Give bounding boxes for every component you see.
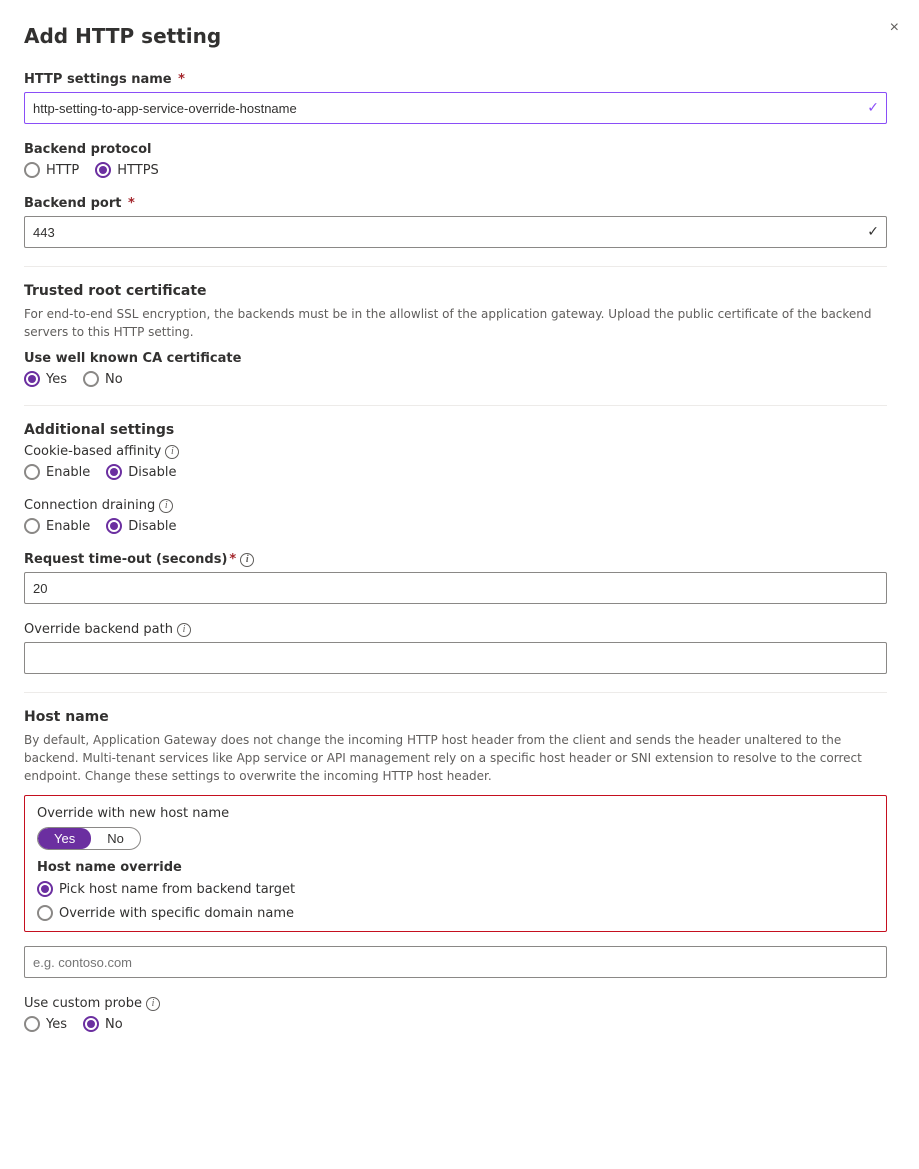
custom-probe-no-radio[interactable]	[83, 1016, 99, 1032]
backend-port-input-wrapper: ✓	[24, 216, 887, 248]
protocol-http-label: HTTP	[46, 163, 79, 178]
override-backend-path-label: Override backend path i	[24, 622, 887, 637]
connection-draining-group: Connection draining i Enable Disable	[24, 498, 887, 534]
connection-draining-info-icon[interactable]: i	[159, 499, 173, 513]
cookie-affinity-enable-radio[interactable]	[24, 464, 40, 480]
ca-cert-no-option[interactable]: No	[83, 371, 123, 387]
http-settings-name-group: HTTP settings name * ✓	[24, 72, 887, 124]
hostname-override-radio-group: Pick host name from backend target Overr…	[37, 881, 874, 921]
connection-draining-enable-label: Enable	[46, 519, 90, 534]
additional-settings-section: Additional settings Cookie-based affinit…	[24, 422, 887, 674]
cookie-affinity-disable-radio[interactable]	[106, 464, 122, 480]
add-http-setting-panel: Add HTTP setting × HTTP settings name * …	[0, 0, 919, 1169]
backend-port-input[interactable]	[24, 216, 887, 248]
request-timeout-group: Request time-out (seconds) * i	[24, 552, 887, 604]
connection-draining-label: Connection draining i	[24, 498, 887, 513]
custom-probe-yes-radio[interactable]	[24, 1016, 40, 1032]
request-timeout-label: Request time-out (seconds) * i	[24, 552, 887, 567]
additional-settings-title: Additional settings	[24, 422, 887, 438]
custom-probe-yes-label: Yes	[46, 1017, 67, 1032]
ca-cert-yes-label: Yes	[46, 372, 67, 387]
protocol-http-radio[interactable]	[24, 162, 40, 178]
custom-probe-no-option[interactable]: No	[83, 1016, 123, 1032]
connection-draining-radio-group: Enable Disable	[24, 518, 887, 534]
cookie-affinity-label: Cookie-based affinity i	[24, 444, 887, 459]
request-timeout-input-wrapper	[24, 572, 887, 604]
host-name-title: Host name	[24, 709, 887, 725]
ca-cert-label: Use well known CA certificate	[24, 351, 887, 366]
http-settings-name-input[interactable]	[24, 92, 887, 124]
override-host-name-box: Override with new host name Yes No Host …	[24, 795, 887, 932]
backend-protocol-label: Backend protocol	[24, 142, 887, 157]
connection-draining-disable-label: Disable	[128, 519, 176, 534]
connection-draining-enable-radio[interactable]	[24, 518, 40, 534]
custom-probe-yes-option[interactable]: Yes	[24, 1016, 67, 1032]
hostname-backend-target-label: Pick host name from backend target	[59, 882, 295, 897]
trusted-root-cert-desc: For end-to-end SSL encryption, the backe…	[24, 305, 887, 341]
cookie-affinity-radio-group: Enable Disable	[24, 464, 887, 480]
hostname-specific-domain-radio[interactable]	[37, 905, 53, 921]
request-timeout-info-icon[interactable]: i	[240, 553, 254, 567]
trusted-root-cert-title: Trusted root certificate	[24, 283, 887, 299]
protocol-http-option[interactable]: HTTP	[24, 162, 79, 178]
required-marker: *	[174, 72, 185, 87]
cookie-affinity-info-icon[interactable]: i	[165, 445, 179, 459]
hostname-override-label: Host name override	[37, 860, 874, 875]
ca-cert-yes-option[interactable]: Yes	[24, 371, 67, 387]
custom-probe-info-icon[interactable]: i	[146, 997, 160, 1011]
override-toggle-group: Yes No	[37, 827, 141, 850]
override-backend-path-input-wrapper	[24, 642, 887, 674]
backend-protocol-group: Backend protocol HTTP HTTPS	[24, 142, 887, 178]
override-backend-path-input[interactable]	[24, 642, 887, 674]
hostname-backend-target-radio[interactable]	[37, 881, 53, 897]
ca-cert-yes-radio[interactable]	[24, 371, 40, 387]
panel-title: Add HTTP setting	[24, 24, 887, 48]
protocol-https-radio[interactable]	[95, 162, 111, 178]
custom-probe-group: Use custom probe i Yes No	[24, 996, 887, 1032]
override-no-toggle[interactable]: No	[91, 828, 140, 849]
cookie-affinity-enable-option[interactable]: Enable	[24, 464, 90, 480]
custom-probe-no-label: No	[105, 1017, 123, 1032]
required-marker-port: *	[123, 196, 134, 211]
override-backend-path-group: Override backend path i	[24, 622, 887, 674]
hostname-specific-domain-option[interactable]: Override with specific domain name	[37, 905, 874, 921]
custom-probe-radio-group: Yes No	[24, 1016, 887, 1032]
connection-draining-enable-option[interactable]: Enable	[24, 518, 90, 534]
http-settings-name-input-wrapper: ✓	[24, 92, 887, 124]
hostname-backend-target-option[interactable]: Pick host name from backend target	[37, 881, 874, 897]
ca-cert-radio-group: Yes No	[24, 371, 887, 387]
port-checkmark-icon: ✓	[867, 224, 879, 240]
override-yes-toggle[interactable]: Yes	[38, 828, 91, 849]
divider-2	[24, 405, 887, 406]
cookie-affinity-disable-option[interactable]: Disable	[106, 464, 176, 480]
hostname-specific-domain-label: Override with specific domain name	[59, 906, 294, 921]
override-backend-path-info-icon[interactable]: i	[177, 623, 191, 637]
backend-protocol-radio-group: HTTP HTTPS	[24, 162, 887, 178]
protocol-https-label: HTTPS	[117, 163, 159, 178]
domain-input[interactable]	[24, 946, 887, 978]
connection-draining-disable-option[interactable]: Disable	[106, 518, 176, 534]
trusted-root-cert-section: Trusted root certificate For end-to-end …	[24, 283, 887, 387]
override-label: Override with new host name	[37, 806, 874, 821]
ca-cert-no-label: No	[105, 372, 123, 387]
ca-cert-no-radio[interactable]	[83, 371, 99, 387]
cookie-affinity-disable-label: Disable	[128, 465, 176, 480]
cookie-affinity-enable-label: Enable	[46, 465, 90, 480]
request-timeout-input[interactable]	[24, 572, 887, 604]
close-button[interactable]: ×	[890, 20, 899, 36]
cookie-affinity-group: Cookie-based affinity i Enable Disable	[24, 444, 887, 480]
connection-draining-disable-radio[interactable]	[106, 518, 122, 534]
required-marker-timeout: *	[229, 552, 236, 567]
backend-port-label: Backend port *	[24, 196, 887, 211]
domain-input-wrapper	[24, 946, 887, 978]
host-name-section: Host name By default, Application Gatewa…	[24, 709, 887, 978]
protocol-https-option[interactable]: HTTPS	[95, 162, 159, 178]
http-settings-name-label: HTTP settings name *	[24, 72, 887, 87]
divider-3	[24, 692, 887, 693]
custom-probe-label: Use custom probe i	[24, 996, 887, 1011]
divider-1	[24, 266, 887, 267]
host-name-desc: By default, Application Gateway does not…	[24, 731, 887, 785]
backend-port-group: Backend port * ✓	[24, 196, 887, 248]
input-checkmark-icon: ✓	[867, 100, 879, 116]
